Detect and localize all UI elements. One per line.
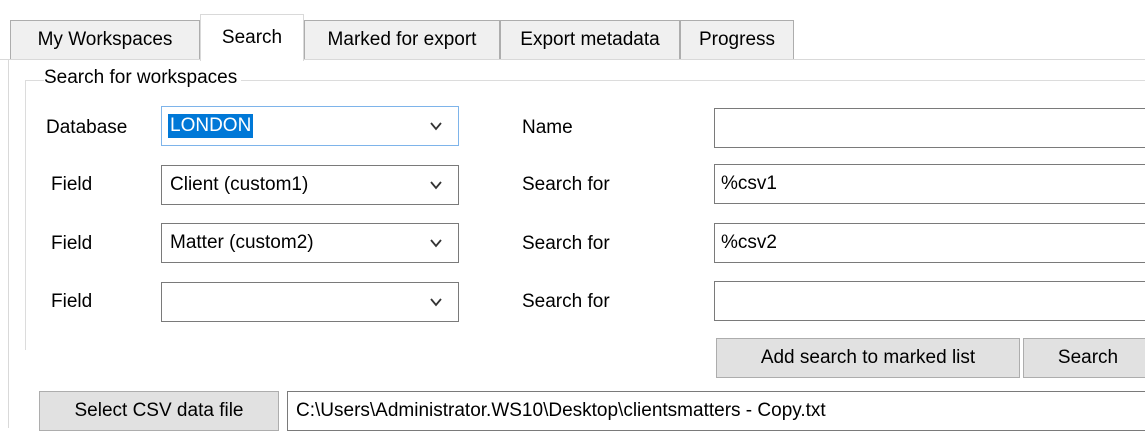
database-label: Database xyxy=(46,117,128,138)
search-for-input-1[interactable] xyxy=(714,164,1145,204)
search-button[interactable]: Search xyxy=(1023,338,1145,378)
csv-path-field[interactable]: C:\Users\Administrator.WS10\Desktop\clie… xyxy=(287,391,1145,431)
chevron-down-icon xyxy=(430,181,442,190)
field-label-3: Field xyxy=(51,291,93,312)
field-combo-2[interactable]: Matter (custom2) xyxy=(161,223,459,263)
field-combo-1[interactable]: Client (custom1) xyxy=(161,165,459,205)
field-value-1: Client (custom1) xyxy=(170,174,309,195)
tab-export-metadata[interactable]: Export metadata xyxy=(500,20,680,59)
tab-progress[interactable]: Progress xyxy=(680,20,794,59)
name-label: Name xyxy=(522,117,573,138)
tab-strip: My Workspaces Search Marked for export E… xyxy=(0,0,1145,61)
field-combo-3[interactable] xyxy=(161,282,459,322)
search-for-input-3[interactable] xyxy=(714,281,1145,321)
search-for-label-3: Search for xyxy=(522,291,610,312)
groupbox-title: Search for workspaces xyxy=(44,67,242,89)
select-csv-data-file-button[interactable]: Select CSV data file xyxy=(39,391,279,431)
tab-search[interactable]: Search xyxy=(200,14,304,61)
tab-marked-for-export[interactable]: Marked for export xyxy=(304,20,500,59)
database-combo[interactable]: LONDON xyxy=(161,106,459,146)
search-for-input-2[interactable] xyxy=(714,223,1145,263)
search-for-label-1: Search for xyxy=(522,174,610,195)
chevron-down-icon xyxy=(430,122,442,131)
name-input[interactable] xyxy=(714,108,1145,148)
field-label-1: Field xyxy=(51,174,93,195)
field-label-2: Field xyxy=(51,233,93,254)
csv-path-value: C:\Users\Administrator.WS10\Desktop\clie… xyxy=(296,400,826,421)
search-for-label-2: Search for xyxy=(522,233,610,254)
chevron-down-icon xyxy=(430,298,442,307)
chevron-down-icon xyxy=(430,239,442,248)
field-value-2: Matter (custom2) xyxy=(170,232,314,253)
tab-my-workspaces[interactable]: My Workspaces xyxy=(10,20,200,59)
database-value: LONDON xyxy=(168,114,254,138)
add-search-to-marked-list-button[interactable]: Add search to marked list xyxy=(716,338,1020,378)
